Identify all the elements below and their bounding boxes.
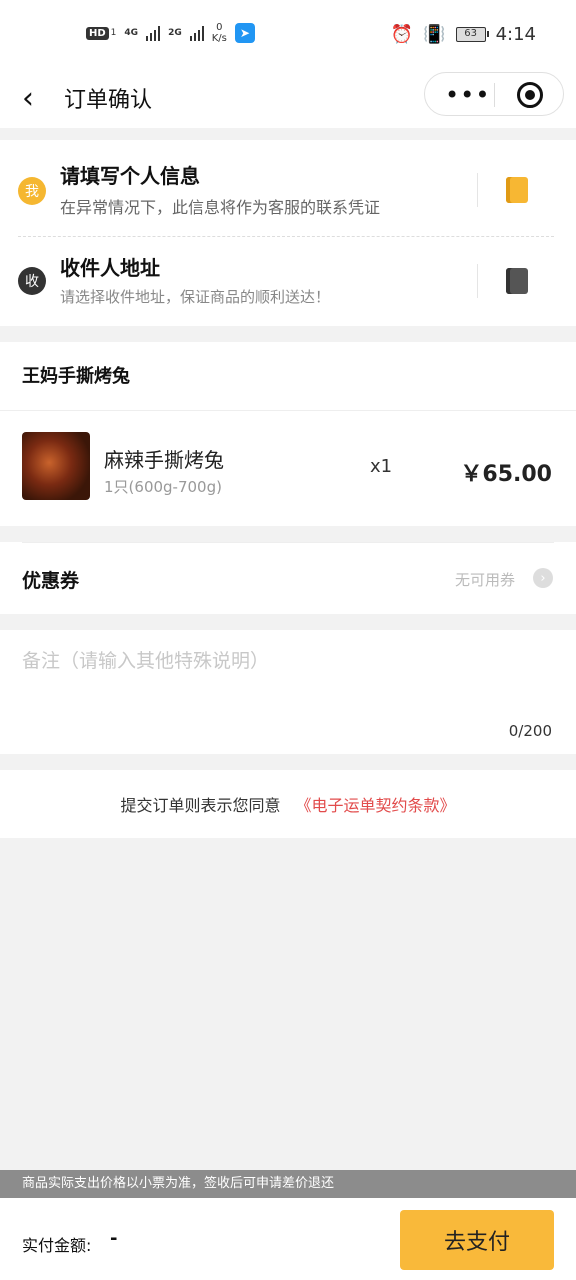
signal-icon-2	[189, 25, 204, 41]
vibrate-icon: 📳	[423, 24, 446, 45]
remark-counter: 0/200	[508, 722, 552, 740]
divider	[477, 264, 478, 298]
pay-button[interactable]: 去支付	[400, 1210, 554, 1270]
product-price: ￥65.00	[460, 462, 552, 487]
personal-info-badge: 我	[18, 177, 46, 205]
page-title: 订单确认	[64, 88, 153, 113]
net-speed-value: 0	[216, 22, 223, 33]
personal-info-subtitle: 在异常情况下，此信息将作为客服的联系凭证	[60, 198, 381, 217]
network-2g-label: 2G	[168, 28, 182, 38]
divider	[477, 173, 478, 207]
product-quantity: x1	[370, 456, 393, 477]
hd-sub: 1	[110, 28, 117, 38]
product-spec: 1只(600g-700g)	[104, 478, 222, 496]
network-4g-label: 4G	[124, 28, 139, 38]
chevron-right-icon: ›	[533, 568, 553, 588]
notebook-icon[interactable]	[506, 177, 528, 203]
status-left: HD 1 4G 2G 0 K/s ➤	[86, 22, 255, 44]
nav-bar: ‹ 订单确认 •••	[0, 72, 576, 128]
coupon-value: 无可用券	[455, 571, 516, 589]
more-menu-icon[interactable]: •••	[445, 81, 490, 109]
divider	[0, 410, 576, 411]
agreement-row: 提交订单则表示您同意 《电子运单契约条款》	[0, 770, 576, 838]
coupon-row[interactable]: 优惠券 无可用券 ›	[0, 542, 576, 614]
product-name: 麻辣手撕烤兔	[104, 448, 224, 472]
shop-name: 王妈手撕烤兔	[22, 366, 130, 387]
coupon-label: 优惠券	[22, 570, 80, 592]
battery-icon: 63	[455, 27, 489, 42]
address-subtitle: 请选择收件地址，保证商品的顺利送达！	[60, 288, 331, 306]
divider	[22, 542, 554, 543]
price-notice: 商品实际支出价格以小票为准，签收后可申请差价退还	[0, 1170, 576, 1198]
net-speed: 0 K/s	[212, 22, 227, 44]
address-book-icon[interactable]	[506, 268, 528, 294]
checkout-footer: 实付金额: - 去支付	[0, 1198, 576, 1280]
address-row[interactable]: 收 收件人地址 请选择收件地址，保证商品的顺利送达！	[0, 236, 576, 326]
close-target-icon[interactable]	[517, 82, 543, 108]
amount-value: -	[110, 1228, 118, 1249]
address-badge: 收	[18, 267, 46, 295]
hd-badge: HD	[86, 26, 109, 40]
mini-program-capsule: •••	[424, 72, 564, 116]
status-right: ⏰ 📳 63 4:14	[391, 24, 536, 45]
alarm-icon: ⏰	[390, 24, 414, 45]
remark-box[interactable]: 备注（请输入其他特殊说明） 0/200	[0, 630, 576, 754]
back-arrow-icon[interactable]: ‹	[22, 84, 34, 114]
agreement-text: 提交订单则表示您同意	[120, 796, 281, 815]
capsule-divider	[494, 83, 495, 107]
app-notification-icon: ➤	[234, 23, 255, 43]
signal-icon	[146, 25, 161, 41]
clock: 4:14	[495, 24, 536, 45]
personal-info-title: 请填写个人信息	[60, 164, 200, 188]
product-image	[22, 432, 90, 500]
order-card: 王妈手撕烤兔 麻辣手撕烤兔 1只(600g-700g) x1 ￥65.00	[0, 342, 576, 526]
agreement-text-line: 提交订单则表示您同意 《电子运单契约条款》	[0, 792, 576, 816]
net-speed-unit: K/s	[211, 33, 227, 44]
status-bar: HD 1 4G 2G 0 K/s ➤ ⏰ 📳 63 4:14	[0, 0, 576, 72]
personal-info-row[interactable]: 我 请填写个人信息 在异常情况下，此信息将作为客服的联系凭证	[0, 140, 576, 236]
amount-label: 实付金额:	[22, 1236, 92, 1255]
info-card: 我 请填写个人信息 在异常情况下，此信息将作为客服的联系凭证 收 收件人地址 请…	[0, 140, 576, 326]
agreement-link[interactable]: 《电子运单契约条款》	[296, 796, 456, 815]
address-title: 收件人地址	[60, 256, 160, 280]
remark-input[interactable]: 备注（请输入其他特殊说明）	[22, 646, 269, 673]
